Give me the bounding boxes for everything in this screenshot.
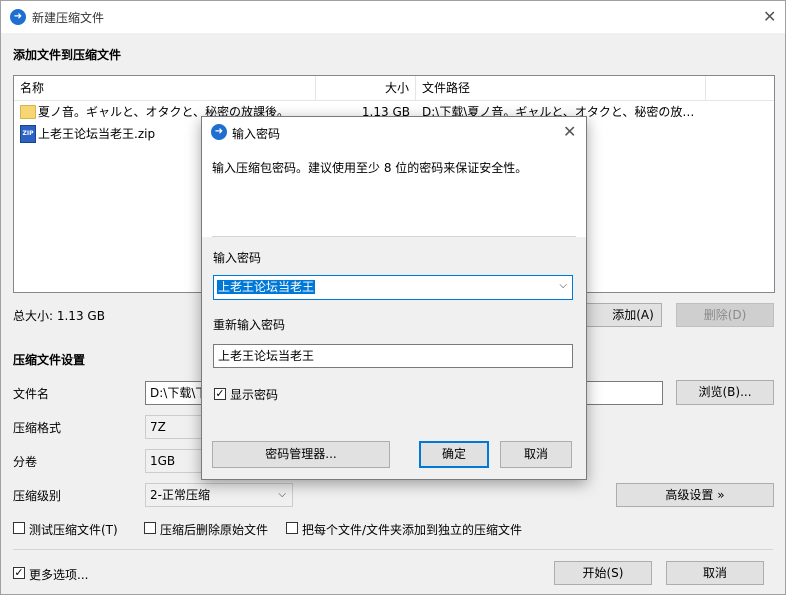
title-bar: ➜ 新建压缩文件 ✕ (1, 1, 785, 33)
close-icon[interactable]: ✕ (763, 9, 776, 25)
file-list-header: 名称 大小 文件路径 (14, 76, 774, 101)
advanced-settings-button[interactable]: 高级设置 » (616, 483, 774, 507)
chevron-down-icon[interactable]: ⌵ (559, 280, 567, 291)
files-section-title: 添加文件到压缩文件 (13, 48, 122, 62)
show-password-checkbox[interactable]: ✓ (214, 388, 226, 400)
level-select[interactable]: 2-正常压缩 ⌵ (145, 483, 293, 507)
level-value: 2-正常压缩 (150, 488, 210, 502)
more-options-label: 更多选项... (29, 568, 89, 582)
cancel-button[interactable]: 取消 (666, 561, 764, 585)
dialog-title-bar: ➜ 输入密码 ✕ (202, 117, 586, 147)
column-header-size[interactable]: 大小 (316, 76, 416, 100)
separate-archives-checkbox[interactable] (286, 522, 298, 534)
level-label: 压缩级别 (13, 489, 62, 503)
password-value: 上老王论坛当老王 (217, 280, 316, 294)
delete-button[interactable]: 删除(D) (676, 303, 774, 327)
format-label: 压缩格式 (13, 421, 62, 435)
dialog-description: 输入压缩包密码。建议使用至少 8 位的密码来保证安全性。 (212, 161, 528, 175)
more-options-checkbox[interactable]: ✓ (13, 567, 25, 579)
password-manager-button[interactable]: 密码管理器... (212, 441, 390, 468)
folder-icon (20, 105, 36, 119)
ok-button[interactable]: 确定 (419, 441, 489, 468)
app-logo-icon: ➜ (211, 124, 227, 140)
total-size: 总大小: 1.13 GB (13, 309, 105, 323)
filename-label: 文件名 (13, 387, 50, 401)
show-password-label: 显示密码 (230, 388, 279, 402)
start-button[interactable]: 开始(S) (554, 561, 652, 585)
test-archive-checkbox[interactable] (13, 522, 25, 534)
dialog-divider (212, 236, 576, 237)
volume-label: 分卷 (13, 455, 38, 469)
confirm-password-input[interactable]: 上老王论坛当老王 (213, 344, 573, 368)
footer-divider (13, 549, 773, 550)
test-archive-label: 测试压缩文件(T) (29, 523, 118, 537)
confirm-password-label: 重新输入密码 (213, 318, 286, 332)
dialog-title: 输入密码 (232, 127, 281, 141)
settings-section-title: 压缩文件设置 (13, 353, 86, 367)
app-logo-icon: ➜ (10, 9, 26, 25)
dialog-description-area: 输入压缩包密码。建议使用至少 8 位的密码来保证安全性。 (202, 147, 586, 237)
separate-archives-label: 把每个文件/文件夹添加到独立的压缩文件 (302, 523, 523, 537)
column-header-name[interactable]: 名称 (14, 76, 316, 100)
browse-button[interactable]: 浏览(B)... (676, 380, 774, 405)
column-header-path[interactable]: 文件路径 (416, 76, 706, 100)
delete-after-checkbox[interactable] (144, 522, 156, 534)
password-label: 输入密码 (213, 251, 262, 265)
close-icon[interactable]: ✕ (563, 124, 576, 140)
password-dialog: ➜ 输入密码 ✕ 输入压缩包密码。建议使用至少 8 位的密码来保证安全性。 输入… (201, 116, 587, 480)
dialog-cancel-button[interactable]: 取消 (500, 441, 572, 468)
zip-file-icon: ZIP (20, 125, 36, 143)
password-combobox[interactable]: 上老王论坛当老王 ⌵ (213, 275, 573, 300)
chevron-down-icon: ⌵ (278, 489, 286, 500)
delete-after-label: 压缩后删除原始文件 (160, 523, 269, 537)
window-title: 新建压缩文件 (32, 11, 105, 25)
